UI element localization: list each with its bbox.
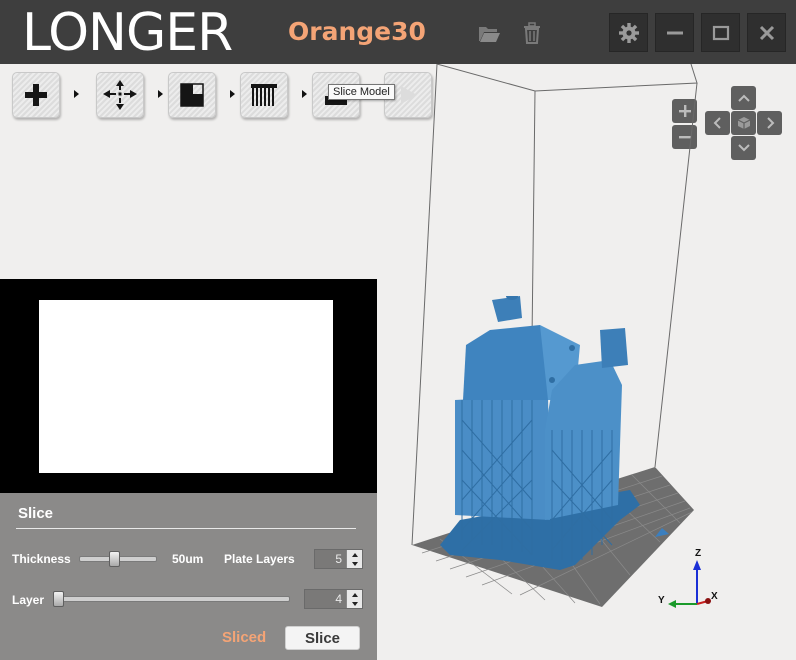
axis-z-label: Z	[695, 548, 701, 559]
layer-slider[interactable]	[54, 596, 290, 602]
minimize-button[interactable]	[655, 13, 694, 52]
slice-panel: Slice Thickness 50um Plate Layers 5 Laye…	[0, 493, 377, 660]
maximize-icon	[712, 25, 729, 40]
layer-value: 4	[335, 592, 342, 606]
trash-icon[interactable]	[519, 20, 545, 46]
3d-model	[440, 296, 640, 570]
step-arrow	[74, 90, 79, 98]
step-arrow	[158, 90, 163, 98]
layer-stepper[interactable]: 4	[304, 589, 363, 609]
layer-slider-handle[interactable]	[53, 591, 64, 607]
step-arrow	[302, 90, 307, 98]
support-button[interactable]	[168, 72, 216, 118]
decrement-icon[interactable]	[351, 561, 358, 566]
maximize-button[interactable]	[701, 13, 740, 52]
support-icon	[180, 83, 204, 107]
close-icon	[759, 25, 774, 40]
title-bar: LONGER Orange30	[0, 0, 796, 64]
move-icon	[103, 80, 137, 110]
stepper-buttons[interactable]	[346, 550, 362, 568]
stepper-buttons[interactable]	[346, 590, 362, 608]
decrement-icon[interactable]	[351, 601, 358, 606]
thickness-label: Thickness	[12, 552, 71, 566]
thickness-value: 50um	[172, 552, 204, 566]
axis-y-label: Y	[658, 595, 665, 606]
plate-layers-value: 5	[335, 552, 342, 566]
divider	[16, 528, 356, 529]
add-model-icon	[25, 84, 47, 106]
slice-preview-image	[39, 300, 333, 473]
brand-logo: LONGER	[22, 3, 233, 63]
thickness-slider-handle[interactable]	[109, 551, 121, 567]
settings-button[interactable]	[609, 13, 648, 52]
close-button[interactable]	[747, 13, 786, 52]
layer-label: Layer	[12, 593, 45, 607]
axes-gizmo: Z Y X	[658, 548, 718, 608]
increment-icon[interactable]	[351, 552, 358, 557]
axis-x-label: X	[711, 591, 718, 602]
minimize-icon	[666, 31, 683, 34]
folder-open-icon[interactable]	[476, 20, 502, 46]
slice-button[interactable]: Slice	[285, 626, 360, 650]
move-button[interactable]	[96, 72, 144, 118]
step-arrow	[230, 90, 235, 98]
gear-icon	[618, 22, 639, 43]
grid-support-icon	[251, 84, 277, 106]
plate-layers-stepper[interactable]: 5	[314, 549, 363, 569]
grid-support-button[interactable]	[240, 72, 288, 118]
slice-preview	[0, 279, 377, 493]
add-model-button[interactable]	[12, 72, 60, 118]
slice-status: Sliced	[222, 629, 267, 646]
printer-model-name: Orange30	[288, 17, 426, 46]
plate-layers-label: Plate Layers	[224, 552, 295, 566]
3d-viewport[interactable]: Z Y X	[377, 64, 796, 660]
increment-icon[interactable]	[351, 592, 358, 597]
panel-title: Slice	[18, 505, 54, 522]
